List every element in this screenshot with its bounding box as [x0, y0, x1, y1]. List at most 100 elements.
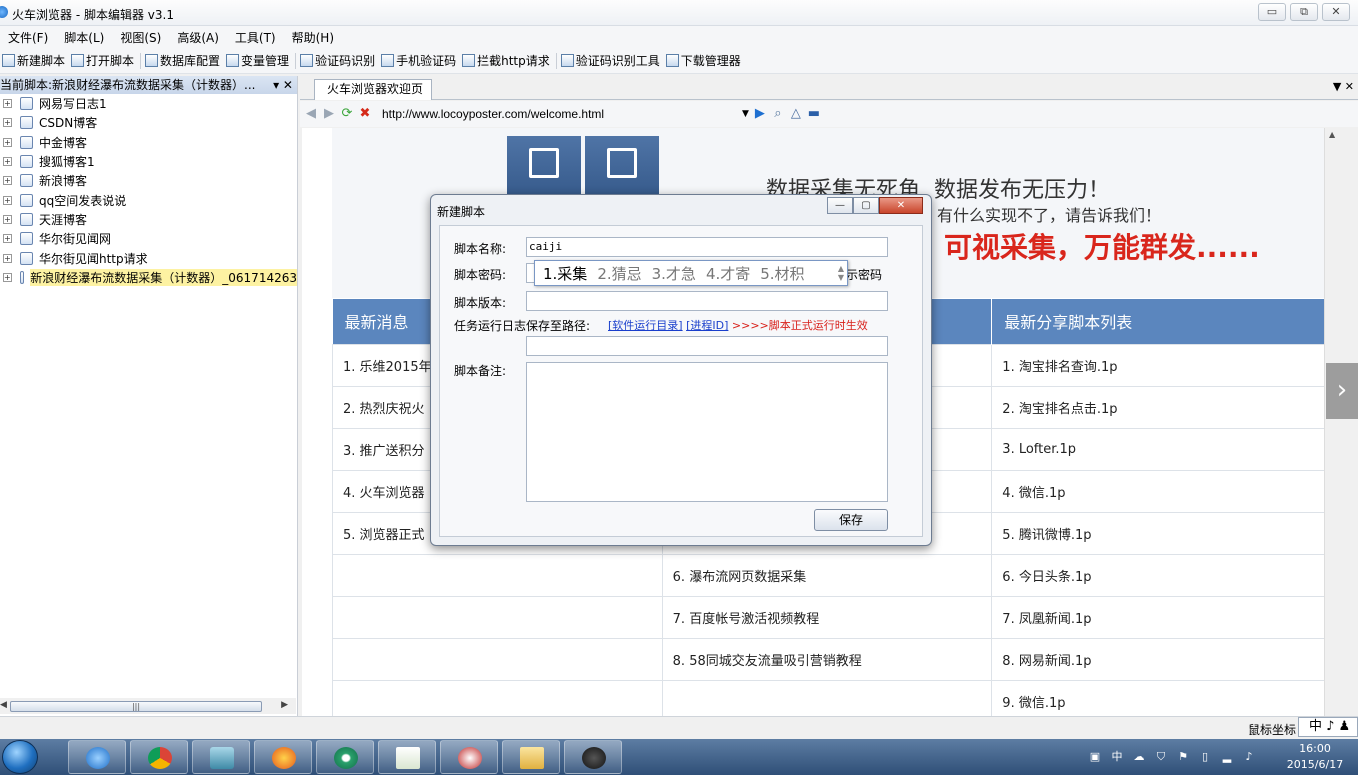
go-icon[interactable]: ▶: [753, 107, 767, 121]
dialog-minimize-button[interactable]: —: [827, 197, 853, 214]
ime-status-bar[interactable]: 中 ♪ ♟: [1298, 717, 1358, 737]
script-name-input[interactable]: caiji: [526, 237, 888, 257]
news-link[interactable]: [332, 637, 663, 681]
taskbar-app[interactable]: [440, 740, 498, 774]
feature-tile[interactable]: [507, 136, 581, 198]
ime-candidate[interactable]: 4.才寄: [706, 263, 750, 284]
process-id-link[interactable]: [进程ID]: [686, 319, 728, 332]
captcha-recognition-button[interactable]: 验证码识别: [298, 52, 379, 69]
ime-candidate[interactable]: 3.才急: [652, 263, 696, 284]
tray-volume-icon[interactable]: ♪: [1242, 750, 1256, 764]
vertical-scrollbar[interactable]: ▲: [1324, 128, 1342, 716]
forward-icon[interactable]: ▶: [322, 107, 336, 121]
script-link[interactable]: 3. Lofter.1p: [991, 427, 1325, 471]
tray-ime-icon[interactable]: 中: [1110, 750, 1124, 764]
slide-next-icon[interactable]: ›: [1326, 363, 1358, 419]
script-link[interactable]: 2. 淘宝排名点击.1p: [991, 385, 1325, 429]
captcha-tool-button[interactable]: 验证码识别工具: [559, 52, 664, 69]
expand-icon[interactable]: +: [3, 157, 12, 167]
menu-advanced[interactable]: 高级(A): [169, 29, 227, 46]
tray-app-icon[interactable]: ☁: [1132, 750, 1146, 764]
news-link[interactable]: [332, 595, 663, 639]
taskbar-app[interactable]: [564, 740, 622, 774]
tray-window-icon[interactable]: ▣: [1088, 750, 1102, 764]
expand-icon[interactable]: +: [3, 253, 12, 263]
scroll-left-icon[interactable]: ◀: [0, 700, 7, 710]
ime-candidate[interactable]: 2.猜忌: [597, 263, 641, 284]
flask-icon[interactable]: △: [789, 107, 803, 121]
script-link[interactable]: 4. 微信.1p: [991, 469, 1325, 513]
taskbar-clock[interactable]: 16:00 2015/6/17: [1284, 741, 1346, 773]
intercept-http-button[interactable]: 拦截http请求: [460, 52, 554, 69]
tree-item[interactable]: + CSDN博客: [0, 113, 297, 132]
menu-file[interactable]: 文件(F): [0, 29, 56, 46]
script-link[interactable]: 6. 今日头条.1p: [991, 553, 1325, 597]
news-link[interactable]: [332, 553, 663, 597]
tree-item[interactable]: + 新浪博客: [0, 171, 297, 190]
tree-item[interactable]: + 华尔街见闻http请求: [0, 248, 297, 267]
script-link[interactable]: 9. 微信.1p: [991, 679, 1325, 716]
scroll-up-icon[interactable]: ▲: [1329, 130, 1335, 139]
horizontal-scrollbar[interactable]: ◀ ||| ▶: [0, 698, 296, 714]
restore-button[interactable]: ⧉: [1290, 3, 1318, 21]
tray-network-icon[interactable]: ▂: [1220, 750, 1234, 764]
show-password-checkbox[interactable]: 示密码: [846, 266, 882, 283]
taskbar-ie[interactable]: [68, 740, 126, 774]
expand-icon[interactable]: +: [3, 272, 12, 282]
expand-icon[interactable]: +: [3, 214, 12, 224]
tray-battery-icon[interactable]: ▯: [1198, 750, 1212, 764]
tree-item-selected[interactable]: + 新浪财经瀑布流数据采集（计数器）_061714263: [0, 268, 297, 287]
taskbar-firefox[interactable]: [254, 740, 312, 774]
expand-icon[interactable]: +: [3, 234, 12, 244]
expand-icon[interactable]: +: [3, 176, 12, 186]
start-button[interactable]: [2, 740, 38, 774]
tutorial-link[interactable]: 6. 瀑布流网页数据采集: [661, 553, 993, 597]
tab-menu-icon[interactable]: ▼ ✕: [1333, 80, 1354, 93]
save-button[interactable]: 保存: [814, 509, 888, 531]
expand-icon[interactable]: +: [3, 137, 12, 147]
ime-candidate[interactable]: 5.材积: [760, 263, 804, 284]
taskbar-locoy[interactable]: [378, 740, 436, 774]
phone-verification-button[interactable]: 手机验证码: [379, 52, 460, 69]
expand-icon[interactable]: +: [3, 99, 12, 109]
tree-item[interactable]: + 网易写日志1: [0, 94, 297, 113]
tray-flag-icon[interactable]: ⚑: [1176, 750, 1190, 764]
refresh-icon[interactable]: ⟳: [340, 107, 354, 121]
expand-icon[interactable]: +: [3, 118, 12, 128]
url-input[interactable]: http://www.locoyposter.com/welcome.html: [382, 107, 742, 121]
taskbar-app[interactable]: [192, 740, 250, 774]
dialog-close-button[interactable]: ✕: [879, 197, 923, 214]
taskbar-app[interactable]: [316, 740, 374, 774]
feature-tile[interactable]: [585, 136, 659, 198]
tray-shield-icon[interactable]: ⛉: [1154, 750, 1168, 764]
new-script-button[interactable]: 新建脚本: [0, 52, 69, 69]
log-path-input[interactable]: [526, 336, 888, 356]
script-version-input[interactable]: [526, 291, 888, 311]
open-script-button[interactable]: 打开脚本: [69, 52, 138, 69]
script-link[interactable]: 7. 凤凰新闻.1p: [991, 595, 1325, 639]
panel-header-buttons[interactable]: ▾ ✕: [273, 76, 293, 94]
menu-view[interactable]: 视图(S): [112, 29, 169, 46]
ime-page-arrows-icon[interactable]: ▲ ▼: [838, 264, 844, 282]
menu-help[interactable]: 帮助(H): [284, 29, 342, 46]
taskbar-chrome[interactable]: [130, 740, 188, 774]
stop-icon[interactable]: ✖: [358, 107, 372, 121]
url-dropdown-icon[interactable]: ▼: [742, 109, 749, 119]
ime-candidate[interactable]: 1.采集: [543, 263, 587, 284]
taskbar-explorer[interactable]: [502, 740, 560, 774]
tree-item[interactable]: + 天涯博客: [0, 210, 297, 229]
tutorial-link[interactable]: 7. 百度帐号激活视频教程: [661, 595, 993, 639]
script-link[interactable]: 8. 网易新闻.1p: [991, 637, 1325, 681]
tab-welcome[interactable]: 火车浏览器欢迎页: [314, 79, 432, 100]
keyboard-icon[interactable]: ▬: [807, 107, 821, 121]
news-link[interactable]: [332, 679, 663, 716]
scrollbar-thumb[interactable]: |||: [10, 701, 262, 712]
database-config-button[interactable]: 数据库配置: [143, 52, 224, 69]
menu-tools[interactable]: 工具(T): [227, 29, 284, 46]
script-remark-textarea[interactable]: [526, 362, 888, 502]
expand-icon[interactable]: +: [3, 195, 12, 205]
tree-item[interactable]: + qq空间发表说说: [0, 190, 297, 209]
script-link[interactable]: 5. 腾讯微博.1p: [991, 511, 1325, 555]
close-button[interactable]: ✕: [1322, 3, 1350, 21]
back-icon[interactable]: ◀: [304, 107, 318, 121]
